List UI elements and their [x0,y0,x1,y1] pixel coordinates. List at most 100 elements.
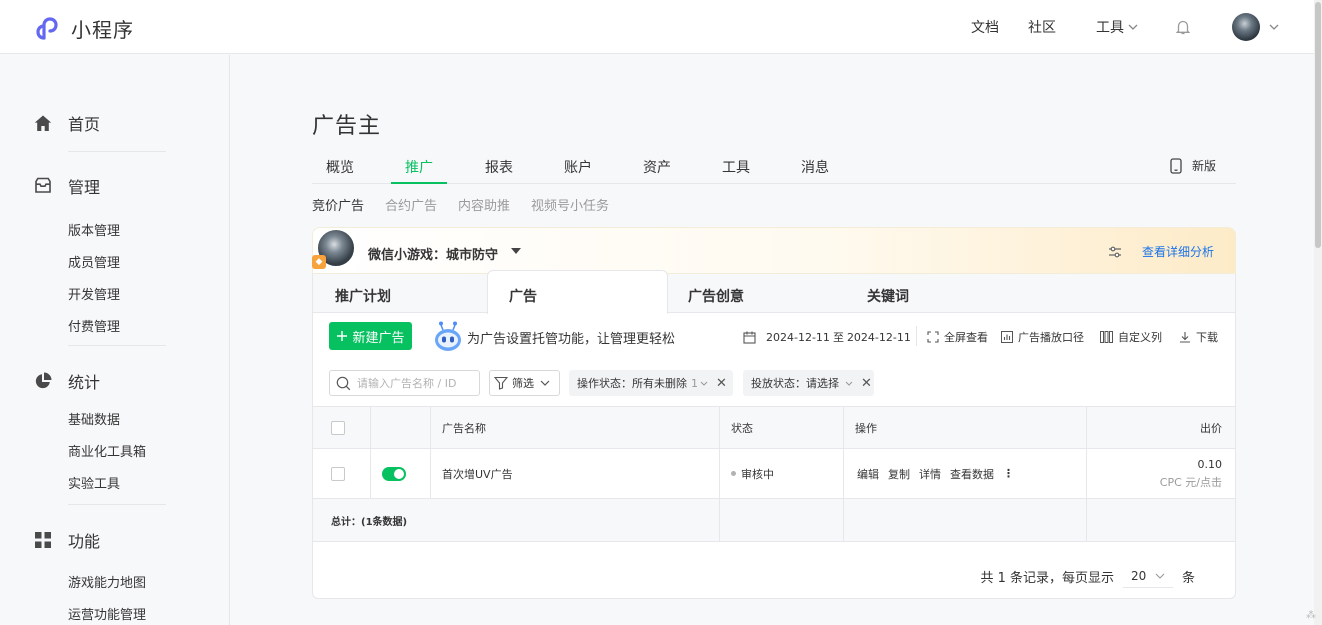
caliber-button[interactable]: 广告播放口径 [1001,329,1084,345]
scrollbar-thumb[interactable] [1315,2,1321,248]
top-bar: 小程序 文档 社区 工具 [0,0,1314,54]
date-end: 2024-12-11 [846,330,911,344]
download-button[interactable]: 下载 [1179,329,1218,345]
header-bid[interactable]: 出价 [1200,407,1222,448]
new-version-toggle[interactable]: 新版 [1169,157,1216,174]
row-checkbox[interactable] [331,466,345,481]
managed-ad-promo[interactable]: 为广告设置托管功能，让管理更轻松 [467,328,675,347]
inbox-icon [35,177,51,193]
game-badge-icon: ◆ [312,255,326,269]
sidebar-item-commerce-toolbox[interactable]: 商业化工具箱 [68,441,146,460]
sidebar-group-home[interactable]: 首页 [34,111,100,135]
account-name[interactable]: 微信小游戏：城市防守 [368,244,498,263]
header-status[interactable]: 状态 [731,407,753,448]
column-divider [1086,407,1087,448]
robot-assistant-icon[interactable] [433,320,463,354]
panel-tab-ads[interactable]: 广告 [509,286,537,306]
ad-search-input[interactable] [357,376,477,390]
sidebar-item-version[interactable]: 版本管理 [68,220,120,239]
sidebar-group-title: 功能 [68,532,101,551]
fullscreen-button[interactable]: 全屏查看 [927,329,988,345]
account-dropdown-icon[interactable] [511,248,521,254]
page-size-select[interactable]: 20 [1122,564,1173,588]
delivery-status-chip[interactable]: 投放状态：请选择 ✕ [743,370,874,396]
tab-overview[interactable]: 概览 [326,157,354,177]
edit-link[interactable]: 编辑 [857,466,879,482]
caliber-label: 广告播放口径 [1018,331,1084,344]
column-divider [430,407,431,448]
bid-value[interactable]: 0.10 [1198,458,1223,471]
account-bar: ◆ 微信小游戏：城市防守 查看详细分析 [312,227,1236,274]
nav-tools[interactable]: 工具 [1096,17,1139,37]
tab-reports[interactable]: 报表 [485,157,513,177]
tab-assets[interactable]: 资产 [643,157,671,177]
details-link[interactable]: 详情 [919,466,941,482]
settings-sliders-icon[interactable] [1108,245,1122,259]
tab-account[interactable]: 账户 [564,157,592,177]
select-all-checkbox[interactable] [331,420,345,435]
detail-analysis-link[interactable]: 查看详细分析 [1142,243,1214,260]
table-header: 广告名称 状态 操作 出价 [313,406,1235,449]
logo[interactable]: 小程序 [35,14,134,43]
clear-delivery-status-icon[interactable]: ✕ [861,376,872,391]
subtab-contract[interactable]: 合约广告 [385,195,437,214]
view-data-link[interactable]: 查看数据 [950,466,994,482]
tab-promotion[interactable]: 推广 [405,157,433,177]
tab-tools[interactable]: 工具 [722,157,750,177]
subtab-content-boost[interactable]: 内容助推 [458,195,510,214]
page-title: 广告主 [312,114,382,139]
header-ad-name[interactable]: 广告名称 [442,407,486,448]
custom-columns-button[interactable]: 自定义列 [1100,329,1162,345]
date-range-picker[interactable]: 2024-12-11 至 2024-12-11 [743,329,911,345]
nav-docs[interactable]: 文档 [971,17,999,37]
user-avatar[interactable] [1232,13,1260,41]
chevron-down-icon [1269,24,1279,30]
filter-label: 筛选 [512,377,534,390]
home-icon [34,115,52,131]
column-divider [719,407,720,448]
miniprogram-logo-icon [36,16,58,40]
panel-tab-creatives[interactable]: 广告创意 [688,286,744,306]
ad-name[interactable]: 首次增UV广告 [442,449,513,498]
panel-tab-keywords[interactable]: 关键词 [867,286,909,306]
date-separator: 至 [832,331,844,344]
panel-tab-campaigns[interactable]: 推广计划 [335,286,391,306]
notification-button[interactable] [1174,18,1192,36]
sidebar-divider [68,504,166,505]
more-actions-icon[interactable]: ⋮ [1003,467,1014,480]
grid-icon [35,532,51,548]
subtab-channels-task[interactable]: 视频号小任务 [531,195,609,214]
copy-link[interactable]: 复制 [888,466,910,482]
new-ad-button[interactable]: 新建广告 [329,322,412,350]
filter-button[interactable]: 筛选 [489,370,560,396]
subtab-bidding[interactable]: 竞价广告 [312,195,364,214]
sidebar-item-experiment[interactable]: 实验工具 [68,473,120,492]
page-scrollbar[interactable] [1314,0,1322,625]
op-status-chip[interactable]: 操作状态：所有未删除 1 ✕ [569,370,733,396]
sidebar-item-basic-data[interactable]: 基础数据 [68,409,120,428]
clear-op-status-icon[interactable]: ✕ [716,376,727,391]
select-all-cell [331,407,345,448]
resize-handle-icon[interactable]: ⁂ [1306,610,1316,621]
sidebar-item-ops-features[interactable]: 运营功能管理 [68,604,146,623]
nav-community[interactable]: 社区 [1028,17,1056,37]
sidebar-item-billing[interactable]: 付费管理 [68,316,120,335]
total-label: 总计：(1条数据) [331,516,408,528]
sidebar-group-features[interactable]: 功能 [34,528,100,552]
sidebar-group-stats[interactable]: 统计 [34,369,100,393]
sidebar-item-members[interactable]: 成员管理 [68,252,120,271]
op-status-label: 操作状态：所有未删除 [577,377,687,390]
user-menu-toggle[interactable] [1268,23,1280,31]
tab-messages[interactable]: 消息 [801,157,829,177]
op-status-count: 1 [691,376,698,390]
ad-operations: 编辑 复制 详情 查看数据 ⋮ [857,449,1023,498]
main-tabs: 概览 推广 报表 账户 资产 工具 消息 新版 [312,147,1236,184]
ad-enable-toggle[interactable] [382,466,406,481]
panel-tabs: 推广计划 广告 广告创意 关键词 [313,270,1235,314]
pager-prefix: 共 1 条记录，每页显示 [980,570,1114,586]
sidebar-item-ability-map[interactable]: 游戏能力地图 [68,572,146,591]
sidebar-item-dev[interactable]: 开发管理 [68,284,120,303]
download-icon [1180,332,1190,343]
bid-unit: CPC 元/点击 [1159,475,1222,489]
sidebar-group-manage[interactable]: 管理 [34,174,100,198]
